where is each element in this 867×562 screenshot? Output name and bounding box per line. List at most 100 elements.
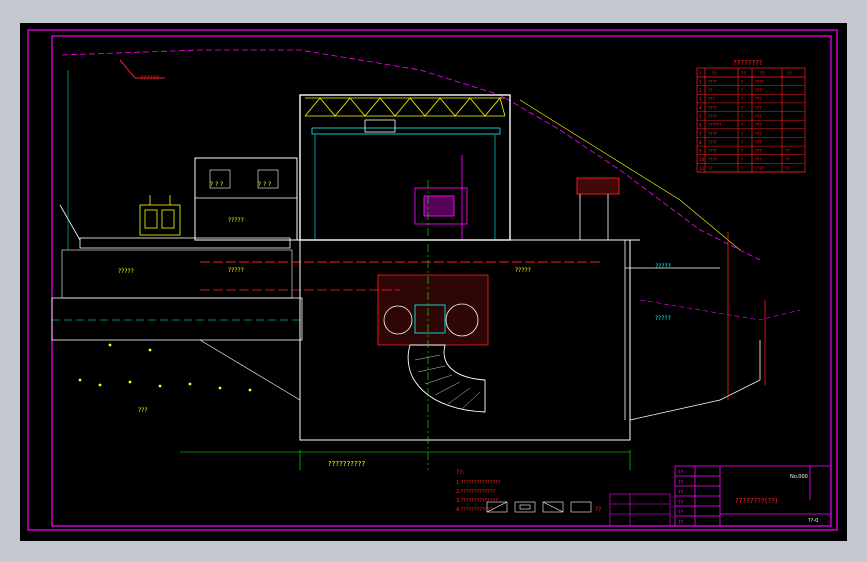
spec-cell: ???	[755, 149, 762, 154]
notes-title: ??:	[456, 469, 464, 476]
aux-building	[194, 157, 298, 241]
spec-cell: ????	[708, 114, 717, 119]
spec-cell: 11	[699, 166, 705, 171]
powerhouse-wall	[299, 94, 511, 241]
tb-field-2: ??	[678, 480, 684, 486]
roof-truss	[304, 97, 506, 117]
spec-cell: 3	[699, 97, 702, 102]
transformer	[139, 195, 181, 236]
note-2: 2.?????????????	[456, 489, 496, 495]
note-4: 4.????????????	[456, 507, 493, 513]
spec-cell: ?	[741, 140, 743, 145]
label-bottom-center: ??????????	[328, 460, 365, 468]
crane-beam	[311, 127, 501, 135]
gravel-dots	[78, 343, 252, 392]
small-stamp	[609, 493, 671, 527]
draft-tube-hatch	[414, 354, 481, 410]
spec-cell: ?	[741, 79, 743, 84]
tb-field-3: ??	[678, 490, 684, 496]
label-bay: ?????	[228, 267, 244, 274]
spec-cell: ??	[708, 88, 712, 93]
legend-swatches	[486, 501, 592, 513]
tb-field-5: ??	[678, 510, 684, 516]
drawing-title: ????????(??)	[735, 497, 778, 505]
spec-cell: 10	[699, 157, 705, 162]
label-house-b: ? ? ?	[258, 181, 271, 188]
left-slope	[59, 204, 81, 241]
spec-head-1: ??	[712, 71, 717, 77]
terrain-line	[61, 49, 761, 261]
spec-cell: ??	[708, 166, 712, 171]
spec-cell: ????	[755, 166, 764, 171]
spec-cell: ???	[755, 105, 762, 110]
gate-hoist	[576, 177, 620, 195]
spec-cell: ???	[755, 123, 762, 128]
spec-cell: ?	[741, 149, 743, 154]
tailrace-slope	[629, 340, 761, 421]
spec-head-0: ?	[699, 71, 702, 77]
spec-cell: ?	[741, 157, 743, 162]
spec-cell: 2	[699, 88, 702, 93]
legend-tail: ??	[595, 506, 601, 513]
cad-drawing: 1????? ????2??? ???3???? ???4????? ???5?????…	[27, 29, 838, 531]
spec-cell: ?	[741, 88, 743, 93]
spec-cell: ????	[708, 157, 717, 162]
spec-cell: 6	[699, 123, 702, 128]
table-title: ????????	[733, 59, 763, 67]
spec-cell: ??	[785, 149, 789, 154]
label-house-c: ?????	[228, 217, 244, 224]
spec-cell: ???	[755, 157, 762, 162]
spec-cell: ????	[708, 105, 717, 110]
spec-cell: ????	[708, 149, 717, 154]
label-upper-right: ?????	[655, 315, 671, 322]
spec-cell: ??	[785, 157, 789, 162]
spec-cell: ????	[708, 140, 717, 145]
label-top-left: ??????	[140, 75, 159, 82]
water-channel	[51, 297, 303, 341]
crane-trolley	[364, 119, 396, 133]
label-lower-left: ???	[138, 407, 148, 414]
spec-cell: ?	[741, 166, 743, 171]
spec-head-3: ??	[760, 71, 765, 77]
spec-cell: 1	[699, 79, 702, 84]
spec-cell: ?	[741, 131, 743, 136]
label-water-line: ?????	[655, 263, 671, 270]
title-bottom-right: ??-0	[808, 518, 818, 524]
spec-table-rows: 1????? ????2??? ???3???? ???4????? ???5?????…	[697, 79, 805, 173]
generator-unit	[414, 155, 468, 240]
spec-cell: ?	[741, 97, 743, 102]
title-top-right: No.000	[790, 474, 808, 480]
left-bay-block	[61, 249, 293, 299]
spec-cell: ???	[755, 88, 762, 93]
tb-field-4: ??	[678, 500, 684, 506]
spec-cell: 8	[699, 140, 702, 145]
tb-field-6: ??	[678, 520, 684, 526]
draft-tube	[407, 344, 486, 413]
label-gen-room: ?????	[515, 267, 531, 274]
label-left-floor: ?????	[118, 268, 134, 275]
spec-head-4: ??	[787, 71, 792, 77]
spec-cell: ??	[785, 166, 789, 171]
spec-cell: ??????	[708, 123, 721, 128]
note-1: 1.???????????????	[456, 480, 501, 486]
spec-cell: ???	[755, 140, 762, 145]
spec-cell: ???	[755, 131, 762, 136]
spec-cell: ???	[708, 97, 715, 102]
turbine-block	[377, 274, 489, 346]
terrain-line-2	[519, 99, 741, 251]
spec-cell: ????	[708, 79, 717, 84]
spec-cell: 4	[699, 105, 702, 110]
spec-cell: ?	[741, 123, 743, 128]
spec-cell: ?	[741, 114, 743, 119]
spec-cell: ???	[755, 114, 762, 119]
spec-cell: ????	[708, 131, 717, 136]
label-house-a: ? ? ?	[210, 181, 223, 188]
spec-cell: 9	[699, 149, 702, 154]
tb-field-1: ??	[678, 470, 684, 476]
note-3: 3.??????????????	[456, 498, 498, 504]
spec-head-2: ??	[741, 71, 746, 77]
spec-cell: ?	[741, 105, 743, 110]
spec-cell: ???	[755, 97, 762, 102]
spec-cell: ????	[755, 79, 764, 84]
spec-cell: 5	[699, 114, 702, 119]
